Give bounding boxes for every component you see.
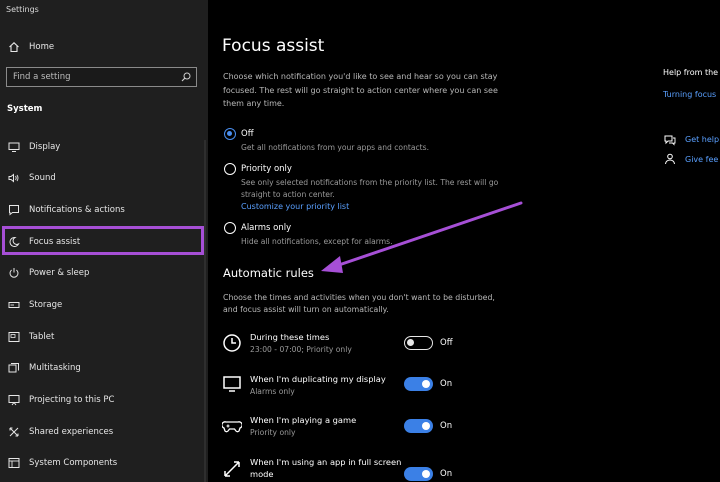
sidebar-item-label: Tablet (29, 332, 55, 342)
option-off-label[interactable]: Off (241, 129, 254, 139)
sidebar-item-system-components[interactable]: System Components (0, 448, 204, 478)
app-title: Settings (6, 5, 39, 14)
toggle-fullscreen-state: On (440, 469, 453, 479)
option-priority-label[interactable]: Priority only (241, 164, 292, 174)
rule-during-times-sub: 23:00 - 07:00; Priority only (250, 345, 352, 354)
help-chat-icon (664, 135, 676, 146)
sidebar-item-shared-experiences[interactable]: Shared experiences (0, 417, 204, 447)
automatic-rules-desc: Choose the times and activities when you… (223, 293, 495, 314)
search-box[interactable] (6, 67, 197, 87)
intro-text: Choose which notification you'd like to … (223, 72, 498, 108)
storage-icon (7, 298, 21, 312)
rule-duplicating-title[interactable]: When I'm duplicating my display (250, 373, 386, 385)
toggle-fullscreen[interactable] (404, 467, 433, 481)
components-icon (7, 456, 21, 470)
sidebar-item-power-sleep[interactable]: Power & sleep (0, 258, 204, 288)
help-title: Help from the (663, 68, 719, 77)
sidebar-item-notifications[interactable]: Notifications & actions (0, 195, 204, 225)
sidebar-item-label: Shared experiences (29, 427, 114, 437)
toggle-during-times[interactable] (404, 336, 433, 350)
radio-priority-only[interactable] (224, 163, 236, 175)
search-input[interactable] (13, 71, 173, 83)
sidebar-item-label: Notifications & actions (29, 205, 125, 215)
rule-during-times-title[interactable]: During these times (250, 331, 329, 343)
gamepad-icon (222, 421, 242, 433)
shared-icon (7, 425, 21, 439)
sidebar-item-label: Storage (29, 300, 63, 310)
give-feedback-link[interactable]: Give fee (685, 155, 718, 164)
search-icon[interactable] (181, 72, 191, 82)
option-alarms-desc: Hide all notifications, except for alarm… (241, 237, 393, 246)
sidebar-item-multitasking[interactable]: Multitasking (0, 353, 204, 383)
multitasking-icon (7, 361, 21, 375)
automatic-rules-title: Automatic rules (223, 266, 314, 280)
sidebar-item-label: Projecting to this PC (29, 395, 115, 405)
sidebar-item-tablet[interactable]: Tablet (0, 322, 204, 352)
sidebar-item-label: Power & sleep (29, 268, 90, 278)
toggle-during-times-state: Off (440, 338, 453, 348)
option-priority-desc: See only selected notifications from the… (241, 178, 499, 199)
sidebar-scrollbar[interactable] (204, 140, 206, 482)
fullscreen-icon (224, 461, 240, 477)
radio-off[interactable] (224, 128, 236, 140)
rule-game-sub: Priority only (250, 428, 296, 437)
sidebar-item-display[interactable]: Display (0, 132, 204, 162)
sidebar-item-label: System Components (29, 458, 118, 468)
toggle-game-state: On (440, 421, 453, 431)
sidebar-item-label: Display (29, 142, 61, 152)
sidebar-item-label: Multitasking (29, 363, 81, 373)
monitor-icon (223, 376, 241, 392)
power-icon (7, 266, 21, 280)
speaker-icon (7, 171, 21, 185)
radio-alarms-only[interactable] (224, 222, 236, 234)
home-label: Home (29, 42, 55, 52)
toggle-duplicating[interactable] (404, 377, 433, 391)
clock-icon (223, 334, 241, 352)
option-alarms-label[interactable]: Alarms only (241, 223, 291, 233)
toggle-game[interactable] (404, 419, 433, 433)
tablet-icon (7, 330, 21, 344)
rule-duplicating-sub: Alarms only (250, 387, 295, 396)
sidebar-item-projecting[interactable]: Projecting to this PC (0, 385, 204, 415)
rule-game-title[interactable]: When I'm playing a game (250, 414, 356, 426)
sidebar: Settings Home System Display Sound Notif… (0, 0, 208, 482)
option-off-desc: Get all notifications from your apps and… (241, 143, 430, 152)
get-help-link[interactable]: Get help (685, 135, 719, 144)
home-icon (7, 40, 21, 54)
notification-icon (7, 203, 21, 217)
monitor-icon (7, 140, 21, 154)
selection-highlight (2, 226, 204, 255)
projector-icon (7, 393, 21, 407)
section-label: System (7, 104, 43, 114)
help-link-turning-focus[interactable]: Turning focus (663, 90, 716, 99)
rule-fullscreen-title[interactable]: When I'm using an app in full screen mod… (250, 456, 401, 480)
sidebar-item-sound[interactable]: Sound (0, 163, 204, 193)
sidebar-item-label: Sound (29, 173, 56, 183)
page-title: Focus assist (222, 36, 325, 56)
sidebar-item-storage[interactable]: Storage (0, 290, 204, 320)
home-link[interactable]: Home (0, 32, 204, 62)
feedback-icon (665, 153, 675, 165)
toggle-duplicating-state: On (440, 379, 453, 389)
customize-priority-link[interactable]: Customize your priority list (241, 202, 349, 211)
